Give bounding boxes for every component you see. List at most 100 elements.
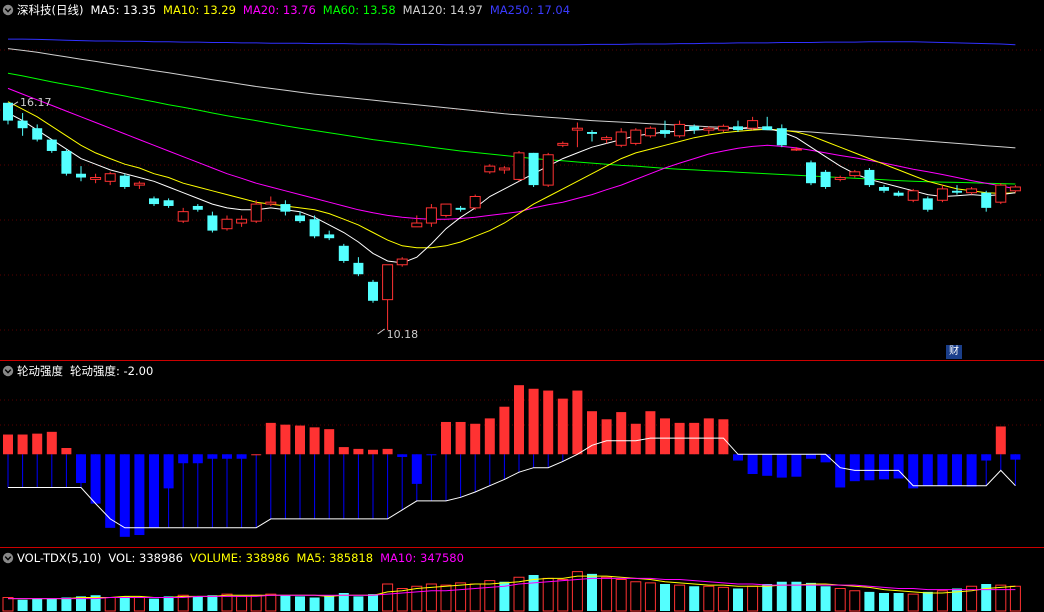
volume-bar-down	[61, 597, 72, 611]
volume-bar-down	[353, 596, 364, 611]
volume-bar-up	[703, 585, 715, 612]
candle-body-up	[644, 127, 656, 137]
volume-bar-down	[879, 593, 889, 611]
high-price-label: 16.17	[20, 96, 52, 109]
rotation-bar-positive	[514, 385, 524, 455]
volume-bar-up	[615, 579, 627, 612]
volume-bar-up	[440, 584, 452, 612]
candle-body-down	[163, 200, 174, 206]
candle-body-down	[893, 192, 904, 196]
candle-body-up	[177, 211, 189, 222]
volume-bar-up	[936, 590, 948, 612]
candle-body-down	[820, 171, 831, 187]
rotation-bar-positive	[455, 421, 466, 455]
collapse-panel-icon[interactable]	[2, 4, 14, 16]
candle-body-up	[513, 152, 525, 180]
low-price-label: 10.18	[387, 328, 419, 341]
volume-bar-down	[280, 595, 291, 611]
volume-indicator-name: VOL-TDX(5,10)	[17, 551, 102, 565]
rotation-bar-negative	[119, 454, 130, 537]
volume-bar-down	[324, 595, 335, 611]
volume-bar-down	[119, 596, 130, 611]
candle-body-up	[396, 258, 408, 266]
rotation-bar-negative	[733, 454, 743, 461]
stock-title: 深科技(日线)	[17, 3, 84, 17]
candle-body-down	[309, 219, 320, 237]
rotation-bar-negative	[806, 454, 816, 459]
volume-bar-down	[806, 582, 816, 611]
candle-body-down	[776, 128, 787, 146]
rotation-bar-negative	[149, 454, 159, 528]
candle-body-down	[660, 130, 670, 134]
volume-bar-up	[542, 577, 554, 612]
vol-ma10-value: MA10: 347580	[380, 551, 464, 565]
candle-body-down	[981, 192, 992, 208]
volume-bar-up	[644, 582, 656, 612]
financial-report-flag[interactable]: 财	[946, 345, 962, 359]
rotation-bar-negative	[90, 454, 101, 504]
candle-body-up	[995, 184, 1007, 203]
rotation-bar-negative	[835, 454, 846, 488]
ma5-label: MA5: 13.35	[90, 3, 157, 17]
volume-bar-up	[265, 593, 277, 612]
candle-body-up	[469, 195, 481, 209]
rotation-bar-positive	[61, 447, 72, 455]
candle-body-up	[834, 177, 846, 180]
rotation-bar-negative	[762, 454, 773, 476]
ma20-line	[7, 87, 1016, 220]
chart-canvas[interactable]: 16.17 10.18	[0, 0, 1044, 612]
volume-bar-up	[995, 584, 1007, 612]
candle-body-up	[104, 173, 116, 182]
candle-body-down	[368, 281, 378, 301]
rotation-bar-positive	[616, 412, 627, 455]
volume-bar-up	[907, 593, 919, 612]
candle-body-down	[149, 198, 159, 205]
stock-chart-window[interactable]: 16.17 10.18 深科技(日线) MA5: 13.35 MA10: 13.2…	[0, 0, 1044, 612]
rotation-bar-positive	[309, 427, 320, 455]
rotation-bar-negative	[163, 454, 174, 489]
rotation-bar-positive	[601, 419, 612, 455]
candle-body-up	[250, 203, 262, 222]
rotation-bar-positive	[251, 454, 262, 456]
ma10-label: MA10: 13.29	[163, 3, 236, 17]
candle-body-down	[353, 262, 364, 275]
candle-body-up	[440, 203, 452, 216]
rotation-bar-positive	[280, 424, 291, 455]
candle-body-up	[90, 177, 102, 180]
collapse-panel-icon[interactable]	[2, 365, 14, 377]
candle-body-up	[236, 218, 248, 224]
candle-body-up	[674, 123, 686, 137]
candle-body-up	[425, 207, 437, 224]
rotation-bar-negative	[937, 454, 948, 486]
rotation-signal-line	[8, 437, 1016, 529]
candle-body-up	[571, 127, 583, 131]
indicator-name: 轮动强度	[17, 364, 63, 378]
indicator-value: 轮动强度: -2.00	[70, 364, 154, 378]
volume-bar-down	[17, 599, 28, 611]
ma120-label: MA120: 14.97	[402, 3, 483, 17]
rotation-bar-negative	[411, 454, 422, 484]
rotation-bar-negative	[76, 454, 86, 483]
rotation-bar-negative	[908, 454, 919, 489]
candle-body-up	[601, 137, 613, 141]
candle-body-up	[382, 264, 394, 301]
volume-bar-up	[411, 585, 423, 612]
rotation-bar-positive	[499, 406, 510, 455]
volume-bar-up	[557, 579, 569, 612]
volume-bar-down	[820, 586, 831, 611]
candle-body-up	[542, 154, 554, 186]
candle-body-down	[61, 150, 72, 174]
candle-body-down	[119, 175, 130, 187]
candle-body-up	[411, 222, 423, 228]
collapse-panel-icon[interactable]	[2, 552, 14, 564]
volume-bar-up	[104, 597, 116, 612]
volume-bar-down	[163, 596, 174, 611]
volume-panel-header: VOL-TDX(5,10) VOL: 338986 VOLUME: 338986…	[0, 548, 471, 568]
rotation-bar-positive	[265, 422, 276, 455]
volume-bar-up	[484, 580, 496, 612]
ma250-line	[8, 38, 1016, 46]
volume-bar-down	[149, 598, 159, 611]
volume-bar-down	[776, 581, 787, 611]
candle-body-up	[790, 148, 802, 151]
candle-body-up	[630, 129, 642, 144]
